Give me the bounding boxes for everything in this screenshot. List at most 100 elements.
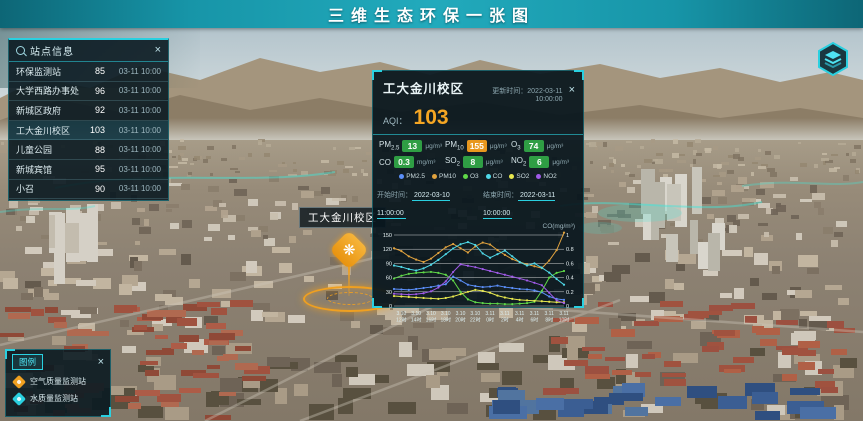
popup-title: 工大金川校区 <box>383 78 464 97</box>
station-row[interactable]: 新城区政府 92 03-11 10:00 <box>9 101 168 121</box>
svg-text:0.2: 0.2 <box>566 290 574 296</box>
pollutant-cell: SO28μg/m³ <box>445 156 511 168</box>
svg-text:0.6: 0.6 <box>566 261 574 267</box>
marker-ground-ring-inner <box>327 292 373 305</box>
update-time: 更新时间：2022-03-11 10:00:00 <box>470 86 563 103</box>
search-icon <box>16 46 25 55</box>
svg-text:0: 0 <box>389 304 392 310</box>
station-row[interactable]: 大学西路办事处 96 03-11 10:00 <box>9 82 168 102</box>
close-icon[interactable]: × <box>569 85 575 96</box>
pollutant-unit: μg/m³ <box>425 143 442 150</box>
pinwheel-icon: ❋ <box>343 241 356 259</box>
start-time-label: 开始时间： <box>377 192 412 199</box>
svg-text:3.112时: 3.112时 <box>500 311 510 324</box>
station-row[interactable]: 工大金川校区 103 03-11 10:00 <box>9 121 168 141</box>
station-name: 儿童公园 <box>16 143 79 156</box>
legend-panel-header: 图例 × <box>6 350 110 373</box>
svg-text:30: 30 <box>386 290 392 296</box>
svg-text:120: 120 <box>383 247 392 253</box>
svg-text:3.1014时: 3.1014时 <box>411 311 422 324</box>
station-aqi-value: 96 <box>83 86 105 96</box>
station-row[interactable]: 小召9003-11 10:00 <box>9 180 168 200</box>
legend-item-label: 水质量监测站 <box>30 393 78 404</box>
marker-stem <box>348 266 350 296</box>
right-axis-label: CO(mg/m³) <box>373 221 583 230</box>
svg-text:3.114时: 3.114时 <box>515 311 525 324</box>
pollutant-cell: PM2.513μg/m³ <box>379 140 445 152</box>
legend-series-name: PM2.5 <box>406 173 425 180</box>
station-aqi-value: 95 <box>83 164 105 174</box>
station-aqi-value: 92 <box>83 105 105 115</box>
legend-item-label: 空气质量监测站 <box>30 376 86 387</box>
station-aqi-value: 88 <box>83 145 105 155</box>
svg-text:3.118时: 3.118时 <box>545 311 555 324</box>
svg-text:1: 1 <box>566 233 569 239</box>
legend-series-name: O3 <box>470 173 479 180</box>
station-name: 大学西路办事处 <box>16 84 79 97</box>
close-icon[interactable]: × <box>155 45 161 56</box>
station-name: 环保监测站 <box>16 65 79 78</box>
legend-panel-title: 图例 <box>12 354 43 370</box>
svg-text:3.1012时: 3.1012时 <box>396 311 407 324</box>
pollutant-value-badge: 13 <box>402 140 422 152</box>
pollutant-label: CO <box>379 158 391 167</box>
svg-text:60: 60 <box>386 276 392 282</box>
chart-legend-item: CO <box>486 173 503 180</box>
legend-list: 空气质量监测站水质量监测站 <box>6 373 110 407</box>
pollutant-label: NO2 <box>511 156 526 168</box>
layers-hexagon-icon[interactable] <box>815 41 851 77</box>
legend-series-name: SO2 <box>516 173 529 180</box>
pollutant-label: PM10 <box>445 140 464 152</box>
station-update-time: 03-11 10:00 <box>109 165 161 174</box>
popup-header: 工大金川校区 更新时间：2022-03-11 10:00:00 × <box>373 71 583 106</box>
station-name: 工大金川校区 <box>16 124 79 137</box>
station-panel-header: 站点信息 × <box>9 40 168 62</box>
legend-dot <box>432 174 437 179</box>
station-row[interactable]: 环保监测站 85 03-11 10:00 <box>9 62 168 82</box>
pollutant-label: SO2 <box>445 156 460 168</box>
station-aqi-value: 90 <box>83 184 105 194</box>
close-icon[interactable]: × <box>98 357 104 368</box>
legend-series-name: PM10 <box>439 173 456 180</box>
svg-text:3.110时: 3.110时 <box>485 311 495 324</box>
station-name: 新城区政府 <box>16 104 79 117</box>
pollutant-trend-chart: 030609012015000.20.40.60.813.1012时3.1014… <box>376 230 580 330</box>
station-row[interactable]: 儿童公园8803-11 10:00 <box>9 140 168 160</box>
end-time-label: 结束时间： <box>483 192 518 199</box>
pollutant-value-badge: 155 <box>467 140 487 152</box>
svg-text:3.1018时: 3.1018时 <box>440 311 451 324</box>
app-stage: 工大金川校区 ❋ 三维生态环保一张图 站点信息 × 环保监测站8503-11 1… <box>0 0 863 421</box>
svg-text:3.1020时: 3.1020时 <box>455 311 466 324</box>
station-update-time: 03-11 10:00 <box>109 67 161 76</box>
station-aqi-value: 85 <box>83 66 105 76</box>
pollutant-value-badge: 8 <box>463 156 483 168</box>
pollutant-cell: CO0.3mg/m³ <box>379 156 445 168</box>
pollutant-grid: PM2.513μg/m³PM10155μg/m³O374μg/m³CO0.3mg… <box>373 135 583 170</box>
diamond-marker-icon <box>12 391 26 405</box>
pollutant-cell: NO26μg/m³ <box>511 156 577 168</box>
station-list: 环保监测站8503-11 10:00大学西路办事处9603-11 10:00新城… <box>9 62 168 199</box>
chart-legend-item: PM2.5 <box>399 173 425 180</box>
svg-text:3.1110时: 3.1110时 <box>559 311 570 324</box>
legend-dot <box>486 174 491 179</box>
station-update-time: 03-11 10:00 <box>109 126 161 135</box>
legend-item: 空气质量监测站 <box>6 373 110 390</box>
chart-legend-item: PM10 <box>432 173 456 180</box>
station-name: 新城宾馆 <box>16 163 79 176</box>
svg-text:0: 0 <box>566 304 569 310</box>
pollutant-unit: μg/m³ <box>552 159 569 166</box>
svg-text:3.1022时: 3.1022时 <box>470 311 481 324</box>
station-update-time: 03-11 10:00 <box>109 106 161 115</box>
svg-text:3.1016时: 3.1016时 <box>426 311 437 324</box>
station-aqi-value: 103 <box>83 125 105 135</box>
legend-series-name: CO <box>493 173 503 180</box>
station-name: 小召 <box>16 182 79 195</box>
pollutant-value-badge: 6 <box>529 156 549 168</box>
pollutant-unit: μg/m³ <box>486 159 503 166</box>
station-update-time: 03-11 10:00 <box>109 86 161 95</box>
station-row[interactable]: 新城宾馆 95 03-11 10:00 <box>9 160 168 180</box>
aqi-row: AQI： 103 <box>373 106 583 135</box>
svg-text:0.4: 0.4 <box>566 276 574 282</box>
legend-dot <box>509 174 514 179</box>
pollutant-value-badge: 0.3 <box>394 156 414 168</box>
